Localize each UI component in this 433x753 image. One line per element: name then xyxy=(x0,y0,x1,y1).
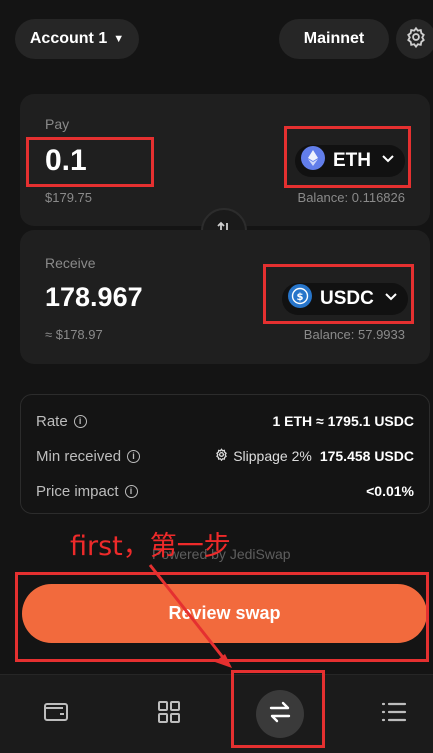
swap-icon xyxy=(268,701,292,728)
annotation-text: first，第一步 xyxy=(70,531,231,562)
nav-activity[interactable] xyxy=(340,675,433,753)
caret-down-icon: ▼ xyxy=(113,33,125,45)
info-icon[interactable]: i xyxy=(127,449,141,463)
eth-icon xyxy=(301,146,325,176)
rate-row: Rate i 1 ETH ≈ 1795.1 USDC xyxy=(36,409,414,433)
pay-token-selector[interactable]: ETH xyxy=(295,145,405,177)
svg-text:$: $ xyxy=(297,292,304,303)
network-selector[interactable]: Mainnet xyxy=(279,19,389,59)
nav-swap[interactable] xyxy=(226,675,334,753)
receive-label: Receive xyxy=(45,255,96,271)
nav-apps[interactable] xyxy=(115,675,223,753)
price-impact-row: Price impact i <0.01% xyxy=(36,479,414,503)
min-received-value: 175.458 USDC xyxy=(319,448,414,464)
bottom-nav xyxy=(0,674,433,753)
account-selector[interactable]: Account 1 ▼ xyxy=(15,19,139,59)
gear-icon xyxy=(405,26,427,53)
pay-usd-value: $179.75 xyxy=(45,190,92,205)
grid-icon xyxy=(157,700,181,729)
slippage-label: Slippage 2% xyxy=(233,448,312,464)
slippage-setting[interactable]: Slippage 2% xyxy=(215,448,312,464)
receive-usd-value: ≈ $178.97 xyxy=(45,327,103,342)
network-label: Mainnet xyxy=(303,30,365,47)
pay-label: Pay xyxy=(45,116,70,132)
pay-amount-input[interactable]: 0.1 xyxy=(45,144,87,178)
account-label: Account 1 xyxy=(29,30,108,47)
pay-panel: Pay 0.1 $179.75 ETH Balance: 0.116826 xyxy=(20,94,430,226)
info-icon[interactable]: i xyxy=(124,484,138,498)
swap-details: Rate i 1 ETH ≈ 1795.1 USDC Min received … xyxy=(20,394,430,514)
settings-button[interactable] xyxy=(396,19,433,59)
rate-value: 1 ETH ≈ 1795.1 USDC xyxy=(272,413,414,429)
nav-wallet[interactable] xyxy=(2,675,110,753)
receive-token-symbol: USDC xyxy=(320,288,374,309)
chevron-down-icon xyxy=(379,149,397,173)
receive-panel: Receive 178.967 ≈ $178.97 $ USDC Balance… xyxy=(20,230,430,364)
price-impact-value: <0.01% xyxy=(366,483,414,499)
chevron-down-icon xyxy=(382,287,400,311)
gear-icon xyxy=(215,448,228,464)
review-swap-button[interactable]: Review swap xyxy=(22,584,427,643)
pay-token-symbol: ETH xyxy=(333,150,371,171)
receive-token-selector[interactable]: $ USDC xyxy=(282,283,408,315)
pay-balance: Balance: 0.116826 xyxy=(297,190,405,205)
wallet-icon xyxy=(43,701,69,728)
info-icon[interactable]: i xyxy=(73,414,87,428)
min-received-label: Min received xyxy=(36,447,122,465)
rate-label: Rate xyxy=(36,412,68,430)
receive-amount: 178.967 xyxy=(45,282,143,312)
price-impact-label: Price impact xyxy=(36,482,119,500)
list-icon xyxy=(381,701,407,728)
min-received-row: Min received i Slippage 2% 175.458 USDC xyxy=(36,444,414,468)
receive-balance: Balance: 57.9933 xyxy=(303,327,405,342)
usdc-icon: $ xyxy=(288,284,312,314)
